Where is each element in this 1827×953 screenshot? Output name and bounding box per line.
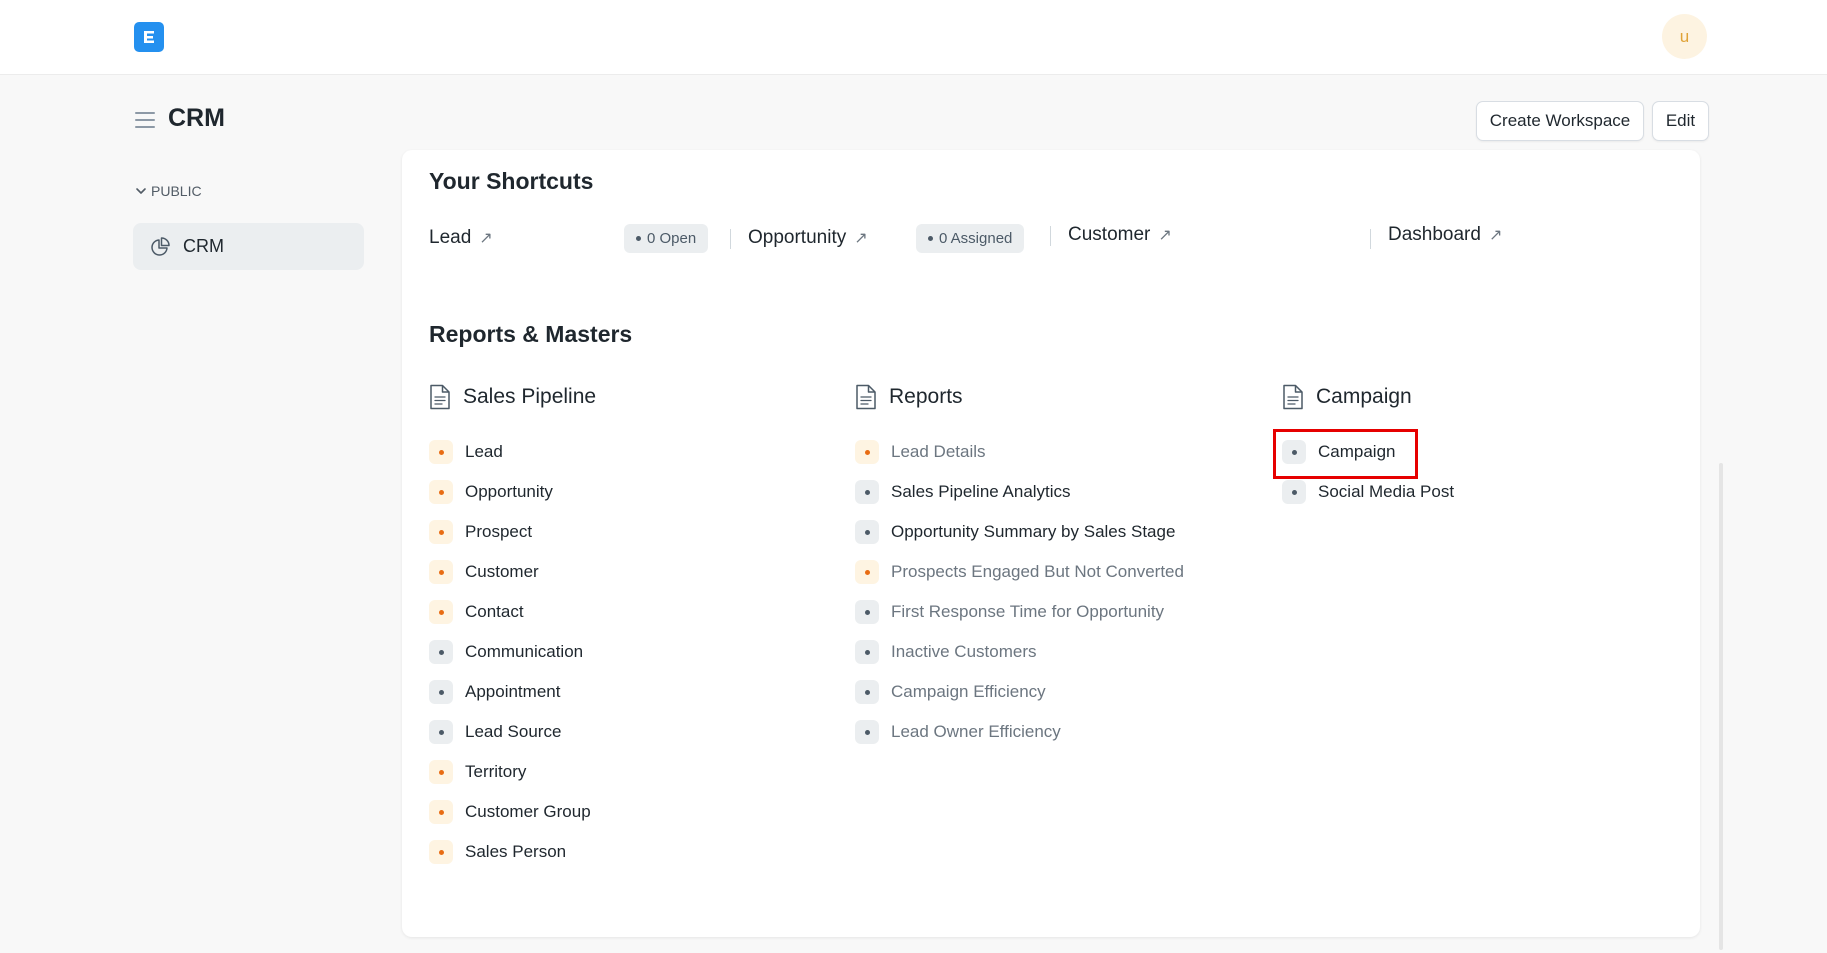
page-title: CRM — [168, 104, 225, 132]
user-avatar[interactable]: u — [1662, 14, 1707, 59]
sales-pipeline-links: Lead Opportunity Prospect Customer Contact Co… — [429, 432, 591, 872]
shortcut-dashboard[interactable]: Dashboard ↗ — [1388, 224, 1502, 246]
bullet-icon — [429, 520, 453, 544]
link-lead[interactable]: Lead — [429, 432, 591, 472]
link-label: Contact — [465, 602, 524, 621]
shortcuts-heading: Your Shortcuts — [429, 168, 594, 194]
bullet-icon — [429, 760, 453, 784]
shortcut-lead-badge: 0 Open — [624, 224, 709, 253]
link-lead-details[interactable]: Lead Details — [855, 432, 1184, 472]
link-label: Customer Group — [465, 802, 591, 821]
logo-icon — [144, 31, 154, 43]
link-customer[interactable]: Customer — [429, 552, 591, 592]
divider — [1370, 229, 1371, 249]
link-sales-pipeline-analytics[interactable]: Sales Pipeline Analytics — [855, 472, 1184, 512]
link-label: Lead Owner Efficiency — [891, 722, 1061, 741]
link-label: Sales Pipeline Analytics — [891, 482, 1071, 501]
shortcut-lead[interactable]: Lead ↗ — [429, 227, 493, 249]
bullet-icon — [855, 680, 879, 704]
bullet-icon — [429, 600, 453, 624]
document-icon — [1283, 384, 1303, 410]
highlight-box — [1273, 429, 1418, 479]
bullet-icon — [855, 440, 879, 464]
divider — [730, 229, 731, 249]
link-label: Sales Person — [465, 842, 567, 861]
sidebar-section-public[interactable]: PUBLIC — [135, 183, 202, 199]
link-prospect[interactable]: Prospect — [429, 512, 591, 552]
bullet-icon — [429, 560, 453, 584]
create-workspace-button[interactable]: Create Workspace — [1476, 101, 1644, 141]
link-campaign-efficiency[interactable]: Campaign Efficiency — [855, 672, 1184, 712]
arrow-up-right-icon: ↗ — [1158, 227, 1172, 244]
link-label: First Response Time for Opportunity — [891, 602, 1165, 621]
link-opportunity[interactable]: Opportunity — [429, 472, 591, 512]
arrow-up-right-icon: ↗ — [479, 230, 493, 247]
app-logo[interactable] — [134, 22, 164, 52]
column-title-sales-pipeline: Sales Pipeline — [429, 384, 596, 410]
sidebar-item-crm[interactable]: CRM — [133, 223, 364, 270]
link-inactive-customers[interactable]: Inactive Customers — [855, 632, 1184, 672]
shortcut-customer[interactable]: Customer ↗ — [1068, 224, 1172, 246]
sidebar-toggle-icon[interactable] — [135, 112, 155, 128]
reports-links: Lead Details Sales Pipeline Analytics Oppo… — [855, 432, 1184, 752]
arrow-up-right-icon: ↗ — [1488, 227, 1503, 244]
column-title-campaign: Campaign — [1282, 384, 1412, 410]
link-label: Lead Details — [891, 442, 986, 461]
reports-heading: Reports & Masters — [429, 321, 633, 347]
link-label: Customer — [465, 562, 539, 581]
link-label: Lead — [465, 442, 503, 461]
link-appointment[interactable]: Appointment — [429, 672, 591, 712]
bullet-icon — [855, 640, 879, 664]
arrow-up-right-icon: ↗ — [854, 230, 868, 247]
scrollbar[interactable] — [1719, 463, 1723, 950]
column-title-reports: Reports — [855, 384, 963, 410]
link-customer-group[interactable]: Customer Group — [429, 792, 591, 832]
bullet-icon — [855, 600, 879, 624]
link-label: Prospects Engaged But Not Converted — [891, 562, 1184, 581]
link-contact[interactable]: Contact — [429, 592, 591, 632]
bullet-icon — [1282, 480, 1306, 504]
bullet-icon — [855, 560, 879, 584]
link-lead-source[interactable]: Lead Source — [429, 712, 591, 752]
bullet-icon — [429, 440, 453, 464]
link-label: Communication — [465, 642, 584, 661]
link-label: Opportunity — [465, 482, 553, 501]
link-opportunity-summary-by-sales-stage[interactable]: Opportunity Summary by Sales Stage — [855, 512, 1184, 552]
link-label: Territory — [465, 762, 527, 781]
shortcut-opportunity[interactable]: Opportunity ↗ — [748, 227, 868, 249]
edit-button[interactable]: Edit — [1652, 101, 1709, 141]
bullet-icon — [855, 720, 879, 744]
link-prospects-engaged-but-not-converted[interactable]: Prospects Engaged But Not Converted — [855, 552, 1184, 592]
document-icon — [430, 384, 450, 410]
link-territory[interactable]: Territory — [429, 752, 591, 792]
bullet-icon — [429, 680, 453, 704]
pie-chart-icon — [151, 236, 170, 256]
link-label: Social Media Post — [1318, 482, 1455, 501]
sidebar-item-label: CRM — [183, 236, 224, 256]
link-label: Inactive Customers — [891, 642, 1037, 661]
top-navbar: u — [0, 0, 1827, 75]
bullet-icon — [429, 800, 453, 824]
link-communication[interactable]: Communication — [429, 632, 591, 672]
link-label: Lead Source — [465, 722, 562, 741]
link-label: Campaign Efficiency — [891, 682, 1046, 701]
chevron-down-icon — [136, 188, 146, 194]
link-label: Opportunity Summary by Sales Stage — [891, 522, 1176, 541]
bullet-icon — [855, 520, 879, 544]
link-label: Prospect — [465, 522, 533, 541]
sidebar-section-label: PUBLIC — [151, 183, 202, 199]
bullet-icon — [429, 840, 453, 864]
bullet-icon — [429, 480, 453, 504]
link-sales-person[interactable]: Sales Person — [429, 832, 591, 872]
link-lead-owner-efficiency[interactable]: Lead Owner Efficiency — [855, 712, 1184, 752]
link-first-response-time-for-opportunity[interactable]: First Response Time for Opportunity — [855, 592, 1184, 632]
bullet-icon — [429, 720, 453, 744]
divider — [1050, 226, 1051, 246]
document-icon — [856, 384, 876, 410]
bullet-icon — [429, 640, 453, 664]
link-label: Appointment — [465, 682, 561, 701]
shortcut-opportunity-badge: 0 Assigned — [916, 224, 1025, 253]
bullet-icon — [855, 480, 879, 504]
